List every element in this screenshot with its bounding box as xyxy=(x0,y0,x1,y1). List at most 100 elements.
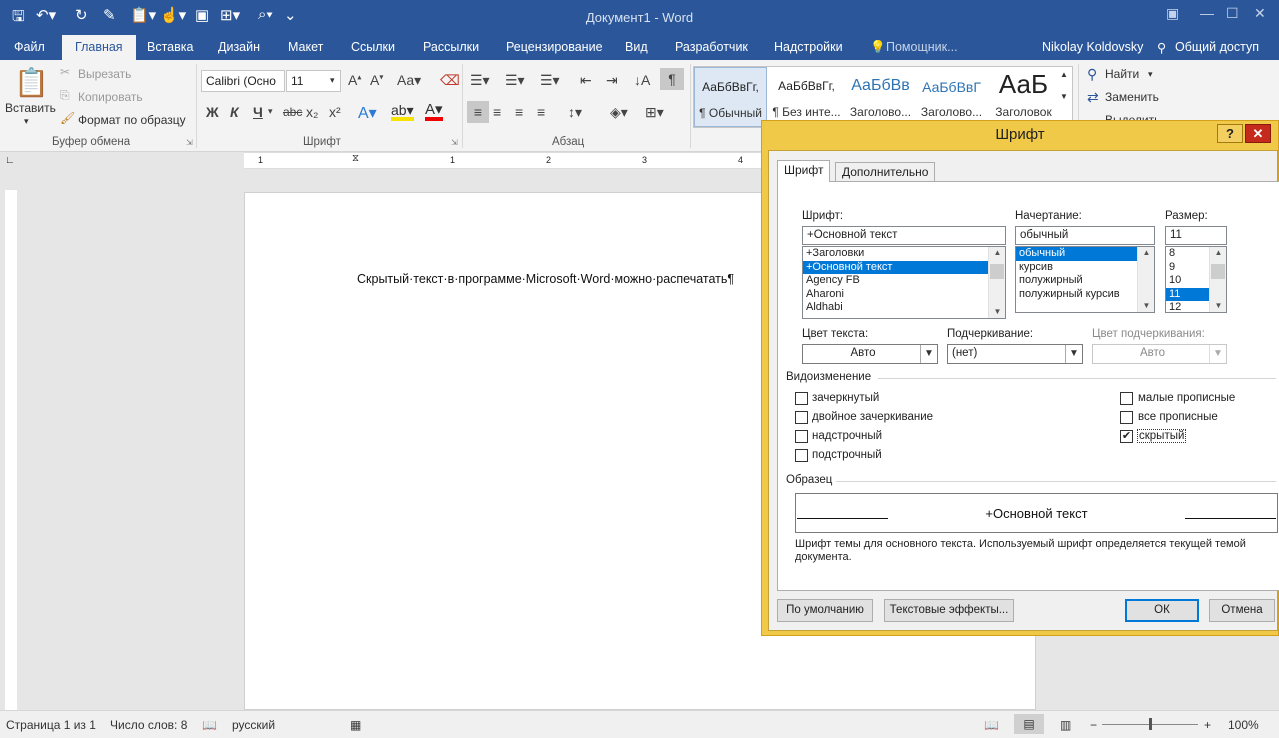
maximize-icon[interactable]: ☐ xyxy=(1226,5,1239,22)
share-button[interactable]: Общий доступ xyxy=(1175,40,1259,54)
subscript-button[interactable]: x₂ xyxy=(306,104,318,120)
page-count[interactable]: Страница 1 из 1 xyxy=(6,718,96,732)
superscript-checkbox[interactable] xyxy=(795,430,808,443)
tab-selector-icon[interactable]: ∟ xyxy=(5,155,15,166)
set-default-button[interactable]: По умолчанию xyxy=(777,599,873,622)
line-spacing-icon[interactable]: ↕▾ xyxy=(568,104,582,121)
underline-button[interactable]: Ч xyxy=(253,104,263,120)
style-input[interactable]: обычный xyxy=(1015,226,1155,245)
multilevel-list-icon[interactable]: ☰▾ xyxy=(540,72,560,89)
list-item[interactable]: обычный xyxy=(1016,247,1154,261)
help-button[interactable]: ? xyxy=(1217,124,1243,143)
align-right-icon[interactable]: ≡ xyxy=(515,104,523,120)
increase-indent-icon[interactable]: ⇥ xyxy=(606,72,618,89)
list-item[interactable]: +Заголовки xyxy=(803,247,1005,261)
strikethrough-button[interactable]: abc xyxy=(283,105,302,119)
zoom-in-icon[interactable]: + xyxy=(1204,718,1211,732)
superscript-label[interactable]: надстрочный xyxy=(812,430,882,442)
tab-advanced[interactable]: Дополнительно xyxy=(835,162,936,181)
grow-font-icon[interactable]: A▴ xyxy=(348,72,361,88)
underline-dropdown-icon[interactable]: ▾ xyxy=(268,106,273,117)
zoom-level[interactable]: 100% xyxy=(1228,718,1259,732)
list-item[interactable]: полужирный курсив xyxy=(1016,288,1154,302)
list-item[interactable]: Aldhabi xyxy=(803,301,1005,315)
user-name[interactable]: Nikolay Koldovsky xyxy=(1042,40,1143,54)
tab-addins[interactable]: Надстройки xyxy=(774,40,843,54)
cut-button[interactable]: Вырезать xyxy=(78,67,131,81)
paste-icon[interactable]: 📋 xyxy=(14,66,49,99)
format-painter-button[interactable]: Формат по образцу xyxy=(78,113,186,127)
list-item[interactable]: курсив xyxy=(1016,261,1154,275)
copy-button[interactable]: Копировать xyxy=(78,90,143,104)
superscript-button[interactable]: x² xyxy=(329,104,341,120)
replace-button[interactable]: Заменить xyxy=(1105,90,1159,104)
cancel-button[interactable]: Отмена xyxy=(1209,599,1275,622)
paste-dropdown-icon[interactable]: ▾ xyxy=(24,116,29,127)
highlight-icon[interactable]: ab▾ xyxy=(391,103,414,121)
change-case-button[interactable]: Aa▾ xyxy=(397,72,421,89)
small-caps-label[interactable]: малые прописные xyxy=(1138,392,1235,404)
clear-formatting-icon[interactable]: ⌫ xyxy=(440,72,460,89)
all-caps-label[interactable]: все прописные xyxy=(1138,411,1218,423)
justify-icon[interactable]: ≡ xyxy=(537,104,545,120)
style-no-spacing[interactable]: АаБбВвГг, ¶ Без инте... xyxy=(770,67,843,127)
decrease-indent-icon[interactable]: ⇤ xyxy=(580,72,592,89)
small-caps-checkbox[interactable] xyxy=(1120,392,1133,405)
size-list[interactable]: 8 9 10 11 12 ▲ ▼ xyxy=(1165,246,1227,313)
scrollbar[interactable]: ▲ ▼ xyxy=(988,247,1005,318)
paste-button[interactable]: Вставить xyxy=(5,101,56,115)
scrollbar[interactable]: ▲ ▼ xyxy=(1137,247,1154,312)
tab-references[interactable]: Ссылки xyxy=(351,40,395,54)
style-list[interactable]: обычный курсив полужирный полужирный кур… xyxy=(1015,246,1155,313)
text-effects-icon[interactable]: A▾ xyxy=(358,103,377,123)
underline-color-select[interactable]: Авто ▼ xyxy=(1092,344,1227,364)
style-title[interactable]: АаБ Заголовок xyxy=(987,67,1060,127)
styles-scroll-down-icon[interactable]: ▼ xyxy=(1060,92,1068,101)
list-item[interactable]: Agency FB xyxy=(803,274,1005,288)
underline-select[interactable]: (нет) ▼ xyxy=(947,344,1083,364)
font-list[interactable]: +Заголовки +Основной текст Agency FB Aha… xyxy=(802,246,1006,319)
read-mode-icon[interactable]: 📖 xyxy=(984,718,999,732)
tab-insert[interactable]: Вставка xyxy=(147,40,193,54)
styles-scroll-up-icon[interactable]: ▲ xyxy=(1060,70,1068,79)
tab-font[interactable]: Шрифт xyxy=(777,160,831,182)
tab-design[interactable]: Дизайн xyxy=(218,40,260,54)
all-caps-checkbox[interactable] xyxy=(1120,411,1133,424)
sort-icon[interactable]: ↓A xyxy=(634,72,650,88)
find-button[interactable]: Найти xyxy=(1105,67,1139,81)
font-color-icon[interactable]: A▾ xyxy=(425,102,443,121)
font-input[interactable]: +Основной текст xyxy=(802,226,1006,245)
strikethrough-label[interactable]: зачеркнутый xyxy=(812,392,879,404)
subscript-checkbox[interactable] xyxy=(795,449,808,462)
text-effects-button[interactable]: Текстовые эффекты... xyxy=(884,599,1014,622)
shrink-font-icon[interactable]: A▾ xyxy=(370,72,383,88)
double-strikethrough-label[interactable]: двойное зачеркивание xyxy=(812,411,933,423)
align-center-icon[interactable]: ≡ xyxy=(493,104,501,120)
size-input[interactable]: 11 xyxy=(1165,226,1227,245)
shading-icon[interactable]: ◈▾ xyxy=(610,104,628,121)
macro-icon[interactable]: ▦ xyxy=(350,718,361,732)
indent-marker-icon[interactable]: ⧖ xyxy=(352,153,359,164)
share-icon[interactable]: ⚲ xyxy=(1157,40,1166,55)
hidden-checkbox[interactable]: ✔ xyxy=(1120,430,1133,443)
show-marks-icon[interactable]: ¶ xyxy=(660,68,684,90)
web-layout-icon[interactable]: ▥ xyxy=(1060,718,1071,732)
minimize-icon[interactable]: — xyxy=(1200,5,1214,21)
tab-review[interactable]: Рецензирование xyxy=(506,40,603,54)
tab-developer[interactable]: Разработчик xyxy=(675,40,748,54)
strikethrough-checkbox[interactable] xyxy=(795,392,808,405)
bold-button[interactable]: Ж xyxy=(206,104,219,120)
tab-view[interactable]: Вид xyxy=(625,40,648,54)
document-text[interactable]: Скрытый·текст·в·программе·Microsoft·Word… xyxy=(357,272,734,286)
bullets-icon[interactable]: ☰▾ xyxy=(470,72,490,89)
tab-layout[interactable]: Макет xyxy=(288,40,323,54)
close-window-icon[interactable]: ✕ xyxy=(1254,5,1266,22)
align-left-icon[interactable]: ≡ xyxy=(467,101,489,123)
subscript-label[interactable]: подстрочный xyxy=(812,449,882,461)
hidden-label[interactable]: скрытый xyxy=(1137,429,1187,443)
tell-me-input[interactable]: Помощник... xyxy=(886,40,958,54)
tab-file[interactable]: Файл xyxy=(14,40,45,54)
ribbon-options-icon[interactable]: ▣ xyxy=(1166,5,1179,22)
style-heading2[interactable]: АаБбВвГ Заголово... xyxy=(915,67,988,127)
tab-home[interactable]: Главная xyxy=(62,35,136,60)
